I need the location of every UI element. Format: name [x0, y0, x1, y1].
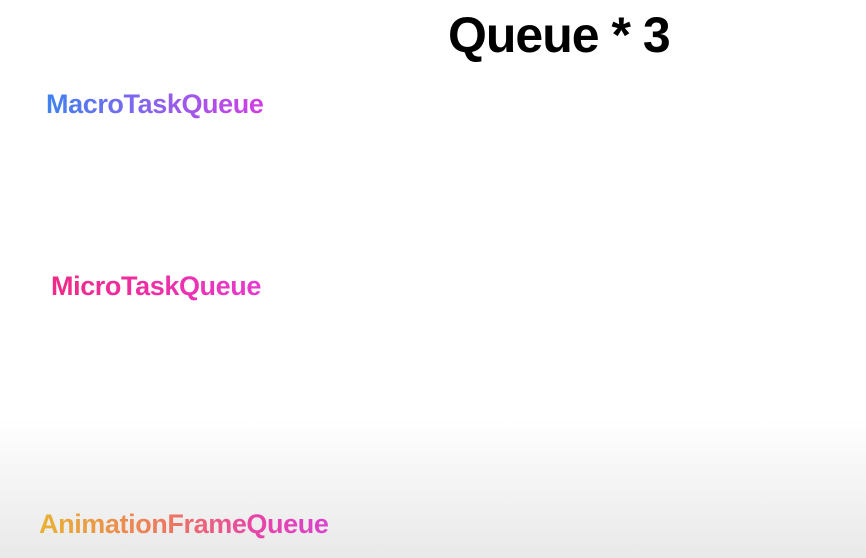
microtask-queue-label: MicroTaskQueue: [51, 271, 261, 301]
macrotask-queue-label: MacroTaskQueue: [46, 89, 264, 119]
slide-title: Queue * 3: [448, 7, 671, 63]
presentation-slide: Queue * 3 MacroTaskQueue MicroTaskQueue …: [0, 0, 866, 558]
animation-frame-queue-label: AnimationFrameQueue: [39, 509, 329, 539]
